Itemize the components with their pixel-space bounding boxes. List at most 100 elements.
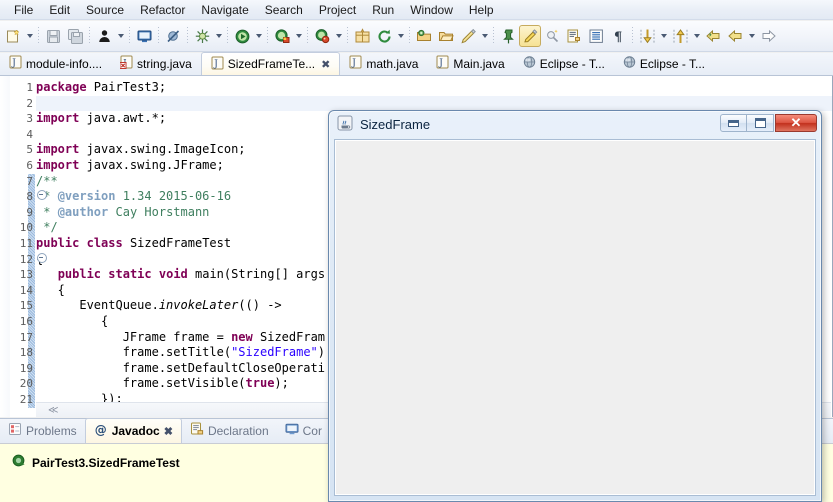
save-all-icon[interactable] [64, 25, 86, 47]
refresh-icon[interactable] [373, 25, 395, 47]
open-task-icon[interactable] [435, 25, 457, 47]
view-tab-2[interactable]: Declaration [182, 418, 277, 443]
menu-item-edit[interactable]: Edit [41, 1, 78, 19]
line-number: 3 [26, 112, 33, 126]
pin-icon[interactable] [497, 25, 519, 47]
debug-dropdown[interactable] [213, 25, 224, 47]
forward-icon[interactable] [757, 25, 779, 47]
view-tab-1[interactable]: @ Javadoc ✖ [84, 418, 182, 443]
next-annotation-down-icon[interactable] [636, 25, 658, 47]
person-dropdown[interactable] [115, 25, 126, 47]
debug-icon[interactable] [191, 25, 213, 47]
next-annotation-icon[interactable] [563, 25, 585, 47]
editor-tab-2[interactable]: J SizedFrameTe... ✖ [200, 52, 341, 75]
menu-item-search[interactable]: Search [257, 1, 311, 19]
fold-toggle-icon[interactable] [37, 190, 47, 201]
search-dropdown[interactable] [479, 25, 490, 47]
line-number: 6 [26, 158, 33, 172]
coverage-dropdown[interactable] [293, 25, 304, 47]
skip-breakpoints-icon[interactable] [162, 25, 184, 47]
separator-8 [307, 27, 308, 45]
sized-frame-content-pane[interactable] [334, 139, 816, 496]
new-wizard-icon[interactable] [2, 25, 24, 47]
editor-tab-4[interactable]: J Main.java [427, 52, 513, 75]
save-icon[interactable] [42, 25, 64, 47]
editor-tab-label: Eclipse - T... [539, 56, 605, 71]
console-icon [285, 422, 299, 439]
view-tab-close-icon[interactable]: ✖ [164, 425, 173, 438]
open-type-icon[interactable] [413, 25, 435, 47]
console-icon[interactable] [133, 25, 155, 47]
view-tab-0[interactable]: Problems [0, 418, 85, 443]
svg-text:J: J [439, 59, 444, 69]
fold-toggle-icon[interactable] [37, 252, 47, 263]
editor-tab-label: Main.java [453, 56, 505, 71]
pilcrow-icon[interactable]: ¶ [607, 25, 629, 47]
line-number: 10 [19, 221, 33, 235]
java-class-icon [12, 454, 26, 471]
person-icon[interactable] [93, 25, 115, 47]
sized-frame-title-text: SizedFrame [360, 116, 431, 132]
coverage-icon[interactable] [271, 25, 293, 47]
separator-1 [38, 27, 39, 45]
java-coffee-cup-icon [337, 115, 353, 134]
external-tools-icon[interactable] [311, 25, 333, 47]
code-line[interactable]: package PairTest3; [36, 80, 832, 96]
menu-item-project[interactable]: Project [311, 1, 364, 19]
external-tools-dropdown[interactable] [333, 25, 344, 47]
at-sign-icon: @ [94, 423, 108, 440]
line-number: 9 [26, 205, 33, 219]
view-tab-label: Cor [302, 423, 322, 438]
highlight-icon[interactable] [519, 25, 541, 47]
code-line[interactable] [36, 95, 832, 112]
previous-annotation-dropdown[interactable] [691, 25, 702, 47]
menu-item-window[interactable]: Window [402, 1, 461, 19]
svg-text:J: J [213, 59, 218, 69]
line-number: 4 [26, 127, 33, 141]
back-icon[interactable] [724, 25, 746, 47]
next-annotation-dropdown[interactable] [658, 25, 669, 47]
svg-text:J: J [352, 59, 357, 69]
refresh-dropdown[interactable] [395, 25, 406, 47]
maximize-button[interactable] [747, 114, 774, 132]
new-package-icon[interactable] [351, 25, 373, 47]
editor-tab-0[interactable]: Jmodule-info.... [0, 52, 111, 75]
line-number: 15 [19, 299, 33, 313]
editor-tab-6[interactable]: Eclipse - T... [614, 52, 714, 75]
line-number: 20 [19, 377, 33, 391]
menu-item-navigate[interactable]: Navigate [193, 1, 256, 19]
back-dropdown[interactable] [746, 25, 757, 47]
java-error-file-icon: J [119, 55, 133, 72]
separator-10 [409, 27, 410, 45]
new-wizard-dropdown[interactable] [24, 25, 35, 47]
editor-tab-1[interactable]: Jstring.java [111, 52, 201, 75]
sized-frame-window[interactable]: SizedFrame ✕ [328, 110, 822, 502]
editor-tab-5[interactable]: Eclipse - T... [514, 52, 614, 75]
scroll-left-arrow[interactable]: ≪ [48, 405, 58, 416]
menu-item-source[interactable]: Source [78, 1, 132, 19]
run-dropdown[interactable] [253, 25, 264, 47]
editor-tab-close-icon[interactable]: ✖ [321, 58, 330, 71]
search-icon[interactable] [457, 25, 479, 47]
line-number: 19 [19, 361, 33, 375]
view-tab-3[interactable]: Cor [277, 418, 330, 443]
menu-item-file[interactable]: File [6, 1, 41, 19]
block-selection-icon[interactable] [585, 25, 607, 47]
back-history-icon[interactable] [702, 25, 724, 47]
line-number: 11 [19, 236, 33, 250]
separator-3 [129, 27, 130, 45]
sized-frame-titlebar[interactable]: SizedFrame ✕ [329, 111, 821, 137]
toggle-mark-icon[interactable] [541, 25, 563, 47]
previous-annotation-up-icon[interactable] [669, 25, 691, 47]
separator-2 [89, 27, 90, 45]
menu-item-refactor[interactable]: Refactor [132, 1, 193, 19]
menu-item-run[interactable]: Run [364, 1, 402, 19]
view-tab-label: Declaration [207, 423, 269, 438]
editor-tab-3[interactable]: Jmath.java [340, 52, 427, 75]
separator-6 [227, 27, 228, 45]
line-number: 5 [26, 143, 33, 157]
close-button[interactable]: ✕ [775, 114, 817, 132]
minimize-button[interactable] [720, 114, 747, 132]
menu-item-help[interactable]: Help [461, 1, 502, 19]
run-icon[interactable] [231, 25, 253, 47]
